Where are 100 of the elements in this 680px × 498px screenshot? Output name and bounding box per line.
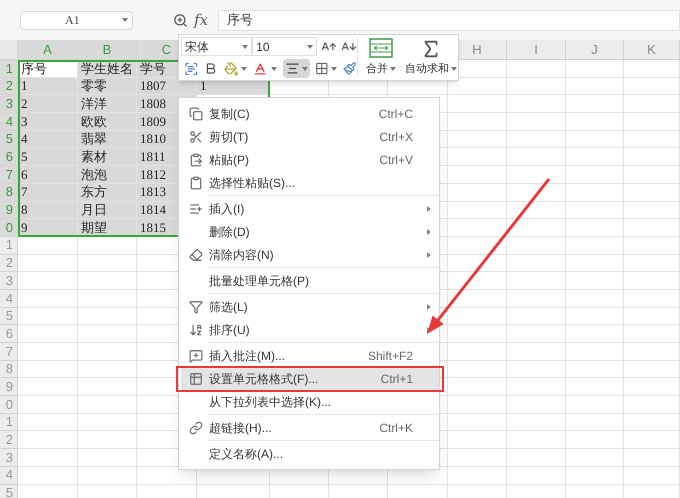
name-box[interactable]: A1: [20, 10, 133, 30]
column-header[interactable]: B: [78, 40, 137, 60]
row-header[interactable]: 4: [0, 290, 18, 308]
menu-item[interactable]: 从下拉列表中选择(K)...: [181, 390, 439, 413]
table-cell: [78, 236, 137, 255]
table-cell: 东方: [78, 184, 137, 202]
table-cell: [18, 396, 78, 414]
copy-icon: [189, 106, 203, 120]
table-cell: [624, 378, 680, 396]
align-center-button[interactable]: [282, 59, 310, 78]
row-header[interactable]: 3: [0, 95, 18, 114]
row-header[interactable]: 9: [0, 202, 18, 220]
caret-icon: [451, 66, 457, 71]
shortcut-label: Ctrl+K: [379, 420, 413, 436]
row-header[interactable]: 7: [0, 343, 18, 361]
formula-field[interactable]: 序号: [218, 10, 680, 30]
row-header[interactable]: 5: [0, 130, 18, 148]
table-cell: [270, 484, 329, 498]
table-cell: [18, 431, 78, 450]
merge-button[interactable]: 合并: [358, 35, 404, 80]
caret-icon: [390, 66, 396, 71]
table-cell: 1: [18, 78, 78, 96]
table-cell: [18, 290, 78, 308]
autosum-label: 自动求和: [405, 62, 449, 76]
row-header[interactable]: 3: [0, 272, 18, 290]
menu-item[interactable]: 定义名称(A)...: [181, 442, 439, 465]
caret-icon: [242, 44, 248, 48]
borders-icon[interactable]: [314, 61, 328, 76]
menu-item[interactable]: 设置单元格格式(F)... Ctrl+1: [181, 367, 439, 390]
row-header[interactable]: 2: [0, 78, 18, 96]
menu-item[interactable]: 筛选(L): [181, 295, 439, 318]
row-header[interactable]: 6: [0, 148, 18, 166]
paint-bucket-icon[interactable]: [224, 60, 238, 76]
menu-item[interactable]: 批量处理单元格(P): [181, 269, 439, 292]
table-cell: [448, 360, 507, 378]
column-header[interactable]: J: [566, 40, 624, 60]
table-cell: [566, 254, 624, 272]
menu-item[interactable]: 排序(U): [181, 318, 439, 341]
row-header[interactable]: 2: [0, 254, 18, 272]
table-cell: [507, 78, 566, 96]
table-cell: [624, 325, 680, 343]
row-header[interactable]: 5: [0, 484, 18, 498]
row-header[interactable]: 1: [0, 414, 18, 432]
table-cell: [448, 184, 507, 202]
caret-icon: [302, 66, 308, 70]
table-cell: [507, 166, 566, 184]
row-header[interactable]: 3: [0, 449, 18, 467]
row-header[interactable]: 5: [0, 308, 18, 326]
clipboard-icon: [189, 176, 203, 190]
row-header[interactable]: 0: [0, 396, 18, 414]
row-header[interactable]: 4: [0, 113, 18, 131]
row-header[interactable]: 1: [0, 60, 18, 78]
merge-icon: [369, 38, 393, 58]
table-cell: [448, 219, 507, 237]
row-header[interactable]: 8: [0, 360, 18, 378]
table-cell: [448, 484, 507, 498]
zoom-icon[interactable]: [173, 12, 188, 28]
menu-item[interactable]: 清除内容(N): [181, 243, 439, 266]
table-cell: [624, 130, 680, 148]
bold-icon[interactable]: [204, 61, 218, 76]
fx-label[interactable]: fx: [194, 8, 208, 32]
table-cell: [566, 130, 624, 148]
row-header[interactable]: 6: [0, 325, 18, 343]
column-header[interactable]: I: [507, 40, 566, 60]
table-cell: [566, 148, 624, 166]
shortcut-label: Ctrl+X: [379, 128, 413, 146]
menu-item[interactable]: 超链接(H)... Ctrl+K: [181, 416, 439, 439]
table-cell: [448, 148, 507, 166]
font-size-select[interactable]: 10: [252, 37, 318, 56]
scan-text-icon[interactable]: [184, 60, 198, 76]
table-cell: [507, 431, 566, 450]
row-header[interactable]: 0: [0, 219, 18, 237]
table-cell: 8: [18, 202, 78, 220]
column-header[interactable]: K: [624, 40, 680, 60]
table-cell: [448, 202, 507, 220]
table-cell: [507, 219, 566, 237]
table-cell: [78, 484, 137, 498]
row-header[interactable]: 9: [0, 378, 18, 396]
row-header[interactable]: 2: [0, 431, 18, 450]
table-cell: [507, 272, 566, 290]
table-cell: [507, 378, 566, 396]
row-header[interactable]: 8: [0, 184, 18, 202]
column-header[interactable]: A: [18, 40, 78, 60]
table-cell: [566, 184, 624, 202]
row-header[interactable]: 1: [0, 236, 18, 255]
row-header[interactable]: 7: [0, 166, 18, 184]
table-cell: [18, 272, 78, 290]
table-cell: [566, 414, 624, 432]
table-cell: [18, 325, 78, 343]
table-cell: [624, 272, 680, 290]
eraser-icon: [189, 248, 203, 262]
brush-icon[interactable]: [343, 61, 357, 76]
row-header[interactable]: 4: [0, 466, 18, 484]
table-cell: [18, 236, 78, 255]
table-cell: [137, 484, 197, 498]
table-cell: [624, 449, 680, 467]
table-cell: [624, 360, 680, 378]
text-color-icon[interactable]: [253, 60, 268, 76]
menu-item[interactable]: 插入批注(M)... Shift+F2: [181, 344, 439, 367]
font-select[interactable]: 宋体: [181, 37, 252, 56]
